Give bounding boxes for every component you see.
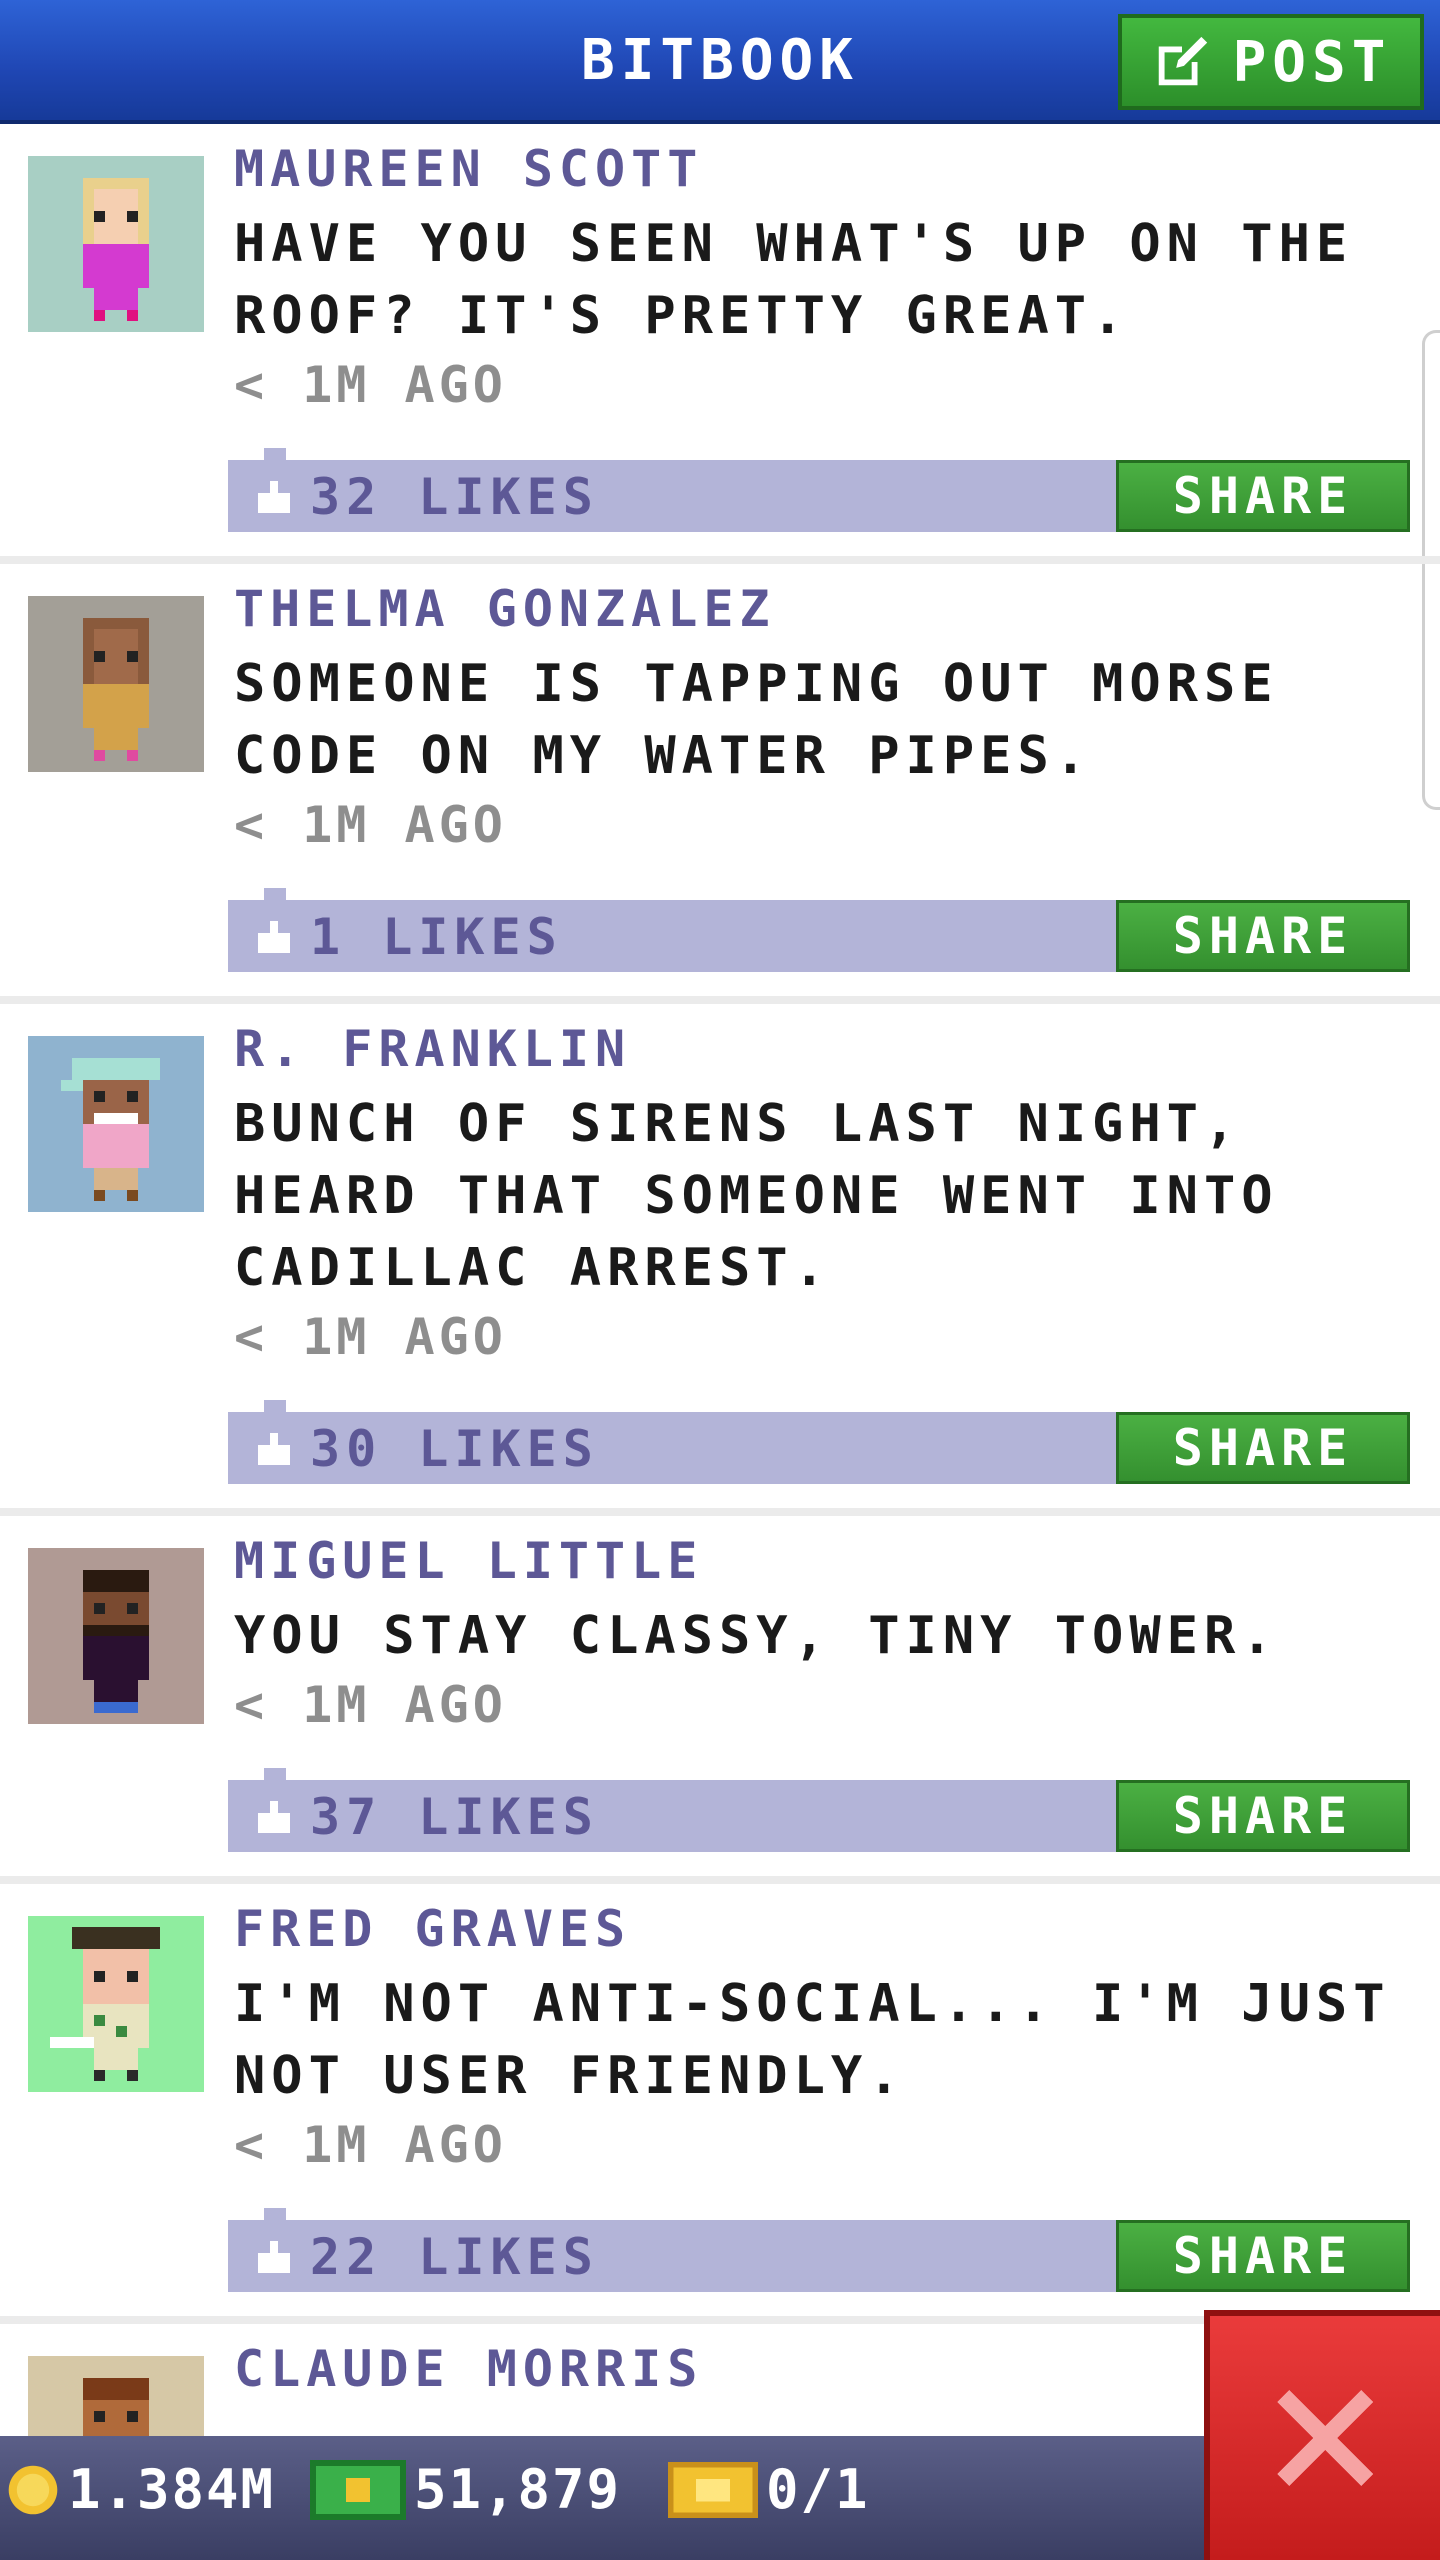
post-button-label: POST [1232,29,1392,95]
coin-icon [6,2463,60,2517]
likes-notch [264,888,286,902]
bearded-man-avatar [28,1548,204,1724]
thumbs-up-icon [254,2237,294,2277]
likes-notch [264,2208,286,2222]
post-time: < 1M AGO [234,1676,507,1734]
likes-bar: 37 LIKES SHARE [228,1768,1410,1852]
post-button[interactable]: POST [1118,14,1424,110]
thumbs-up-icon [254,1429,294,1469]
like-button[interactable]: 22 LIKES [254,2228,599,2286]
post-author[interactable]: FRED GRAVES [234,1900,631,1958]
woman-avatar [28,596,204,772]
bux-stat: 51,879 [310,2458,621,2521]
post-time: < 1M AGO [234,796,507,854]
ticket-icon [668,2461,758,2519]
tickets-value: 0/1 [766,2458,870,2521]
likes-bar: 32 LIKES SHARE [228,448,1410,532]
likes-count: 1 LIKES [310,908,563,966]
likes-count: 32 LIKES [310,468,599,526]
share-button[interactable]: SHARE [1116,460,1410,532]
likes-count: 30 LIKES [310,1420,599,1478]
share-button[interactable]: SHARE [1116,2220,1410,2292]
post-text: HAVE YOU SEEN WHAT'S UP ON THE ROOF? IT'… [234,214,1354,346]
bux-value: 51,879 [414,2458,622,2521]
likes-bar: 22 LIKES SHARE [228,2208,1410,2292]
share-button[interactable]: SHARE [1116,1412,1410,1484]
share-button[interactable]: SHARE [1116,1780,1410,1852]
likes-count: 37 LIKES [310,1788,599,1846]
likes-notch [264,1768,286,1782]
like-button[interactable]: 37 LIKES [254,1788,599,1846]
post-item: MIGUEL LITTLE YOU STAY CLASSY, TINY TOWE… [0,1516,1440,1884]
likes-notch [264,448,286,462]
post-item: R. FRANKLIN BUNCH OF SIRENS LAST NIGHT, … [0,1004,1440,1516]
post-time: < 1M AGO [234,2116,507,2174]
post-item: MAUREEN SCOTT HAVE YOU SEEN WHAT'S UP ON… [0,124,1440,564]
post-text: YOU STAY CLASSY, TINY TOWER. [234,1606,1279,1666]
edit-icon [1151,31,1213,93]
bux-icon [310,2459,406,2520]
close-button[interactable] [1204,2310,1440,2560]
post-feed[interactable]: MAUREEN SCOTT HAVE YOU SEEN WHAT'S UP ON… [0,124,1440,2436]
golfer-avatar [28,1916,204,2092]
post-author[interactable]: MAUREEN SCOTT [234,140,703,198]
likes-bar: 30 LIKES SHARE [228,1400,1410,1484]
likes-count: 22 LIKES [310,2228,599,2286]
post-time: < 1M AGO [234,356,507,414]
post-text: SOMEONE IS TAPPING OUT MORSE CODE ON MY … [234,654,1279,786]
post-item: FRED GRAVES I'M NOT ANTI-SOCIAL... I'M J… [0,1884,1440,2324]
post-time: < 1M AGO [234,1308,507,1366]
app-header: BITBOOK POST [0,0,1440,124]
likes-notch [264,1400,286,1414]
capped-man-avatar [28,1036,204,1212]
coins-stat: 1.384M [6,2458,275,2521]
blonde-woman-avatar [28,156,204,332]
close-icon [1265,2378,1385,2498]
coins-value: 1.384M [68,2458,276,2521]
thumbs-up-icon [254,1797,294,1837]
post-text: BUNCH OF SIRENS LAST NIGHT, HEARD THAT S… [234,1094,1279,1298]
post-item: THELMA GONZALEZ SOMEONE IS TAPPING OUT M… [0,564,1440,1004]
post-author[interactable]: THELMA GONZALEZ [234,580,776,638]
like-button[interactable]: 1 LIKES [254,908,563,966]
man-avatar [28,2356,204,2436]
post-author[interactable]: CLAUDE MORRIS [234,2340,703,2398]
tickets-stat: 0/1 [668,2458,870,2521]
thumbs-up-icon [254,477,294,517]
post-author[interactable]: MIGUEL LITTLE [234,1532,703,1590]
share-button[interactable]: SHARE [1116,900,1410,972]
post-author[interactable]: R. FRANKLIN [234,1020,631,1078]
thumbs-up-icon [254,917,294,957]
likes-bar: 1 LIKES SHARE [228,888,1410,972]
like-button[interactable]: 30 LIKES [254,1420,599,1478]
post-text: I'M NOT ANTI-SOCIAL... I'M JUST NOT USER… [234,1974,1391,2106]
like-button[interactable]: 32 LIKES [254,468,599,526]
